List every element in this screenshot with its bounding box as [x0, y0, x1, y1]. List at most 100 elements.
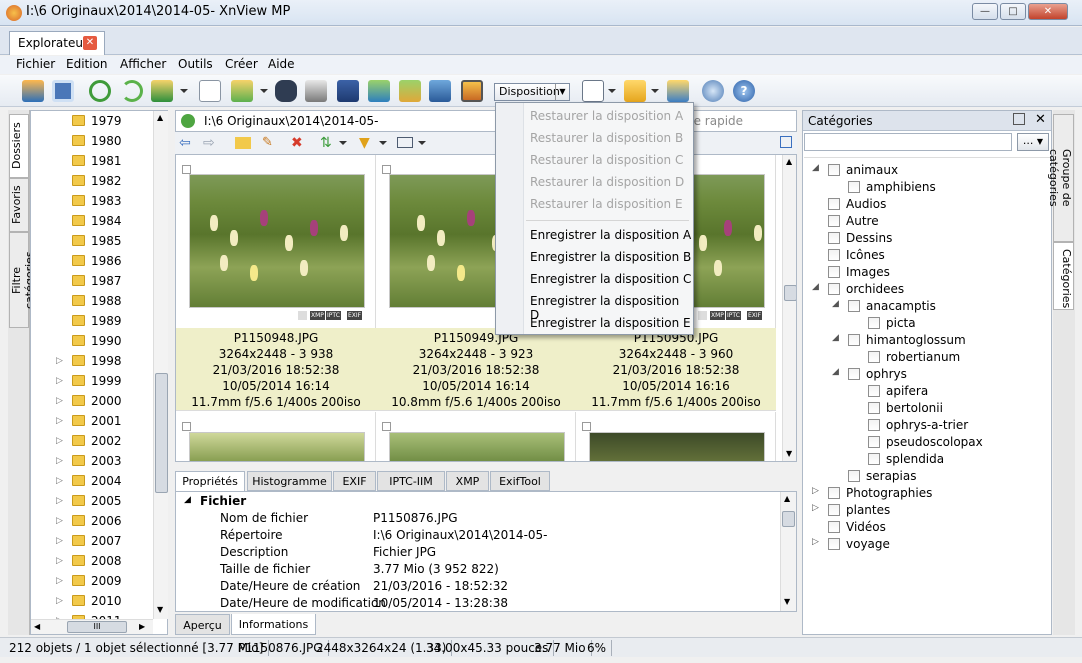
- property-row[interactable]: Date/Heure de création 21/03/2016 - 18:52…: [176, 578, 776, 595]
- forward-icon[interactable]: ⇨: [203, 135, 219, 151]
- collapse-icon[interactable]: ◢: [184, 495, 191, 505]
- tab-informations[interactable]: Informations: [231, 614, 316, 635]
- category-checkbox[interactable]: [828, 249, 840, 261]
- bookmark-icon[interactable]: [624, 80, 646, 102]
- scroll-right-icon[interactable]: ▶: [139, 622, 145, 631]
- tree-item[interactable]: 1986: [31, 252, 151, 272]
- scroll-up-icon[interactable]: ▲: [784, 494, 790, 503]
- scrollbar-thumb[interactable]: [155, 373, 168, 493]
- menu-save-b[interactable]: Enregistrer la disposition B: [497, 247, 692, 269]
- category-item[interactable]: ◢ ophrys: [804, 366, 1044, 383]
- category-checkbox[interactable]: [848, 181, 860, 193]
- view-mode-icon[interactable]: [582, 80, 604, 102]
- scroll-down-icon[interactable]: ▼: [784, 597, 790, 606]
- tree-item[interactable]: 1982: [31, 172, 151, 192]
- category-item[interactable]: Icônes: [804, 247, 1044, 264]
- expand-icon[interactable]: ▷: [56, 596, 63, 606]
- tree-item[interactable]: ▷ 2006: [31, 512, 151, 532]
- tree-item[interactable]: ▷ 2001: [31, 412, 151, 432]
- scrollbar-thumb[interactable]: III: [67, 621, 127, 633]
- thumbnail-image[interactable]: [389, 432, 565, 461]
- expand-icon[interactable]: ▷: [56, 376, 63, 386]
- category-tree[interactable]: ◢ animaux amphibiens Audios Autre Dessins Icôn…: [804, 157, 1050, 635]
- scroll-left-icon[interactable]: ◀: [34, 622, 40, 631]
- expand-icon[interactable]: ▷: [56, 576, 63, 586]
- category-checkbox[interactable]: [848, 300, 860, 312]
- tab-apercu[interactable]: Aperçu: [175, 614, 230, 635]
- category-item[interactable]: serapias: [804, 468, 1044, 485]
- thumbnail-image[interactable]: [189, 174, 365, 308]
- filter-icon[interactable]: ▼: [359, 135, 375, 151]
- chevron-down-icon[interactable]: [608, 89, 616, 93]
- category-checkbox[interactable]: [868, 385, 880, 397]
- menu-save-d[interactable]: Enregistrer la disposition D: [497, 291, 692, 322]
- category-item[interactable]: apifera: [804, 383, 1044, 400]
- tree-item[interactable]: 1989: [31, 312, 151, 332]
- expand-icon[interactable]: ▷: [56, 416, 63, 426]
- category-item[interactable]: Dessins: [804, 230, 1044, 247]
- import-icon[interactable]: [151, 80, 173, 102]
- tab-xmp[interactable]: XMP: [446, 471, 489, 491]
- thumbnail-item[interactable]: [176, 412, 376, 461]
- tab-dossiers[interactable]: Dossiers: [9, 114, 29, 178]
- menu-afficher[interactable]: Afficher: [120, 57, 166, 71]
- tree-item[interactable]: 1980: [31, 132, 151, 152]
- thumbnail-grid[interactable]: XMP IPTC EXIF P1150948.JPG 3264x2448 - 3 938…: [175, 154, 797, 462]
- tab-groupe-de-categories[interactable]: Groupe de catégories: [1047, 114, 1074, 242]
- category-checkbox[interactable]: [828, 504, 840, 516]
- back-icon[interactable]: ⇦: [179, 135, 195, 151]
- thumbnail-item[interactable]: XMP IPTC EXIF P1150948.JPG 3264x2448 - 3 938…: [176, 155, 376, 411]
- expand-icon[interactable]: ▷: [56, 476, 63, 486]
- tree-item[interactable]: ▷ 2003: [31, 452, 151, 472]
- expand-icon[interactable]: ▷: [56, 496, 63, 506]
- category-checkbox[interactable]: [828, 215, 840, 227]
- thumbnail-scrollbar[interactable]: ▲ ▼: [782, 155, 796, 461]
- tab-categories[interactable]: Catégories: [1053, 242, 1074, 310]
- menu-creer[interactable]: Créer: [225, 57, 258, 71]
- tab-proprietes[interactable]: Propriétés: [175, 471, 245, 491]
- new-folder-icon[interactable]: [235, 137, 251, 149]
- collapse-icon[interactable]: ◢: [832, 367, 839, 377]
- scrollbar-thumb[interactable]: [784, 285, 796, 301]
- chevron-down-icon[interactable]: [651, 89, 659, 93]
- property-row[interactable]: Nom de fichier P1150876.JPG: [176, 510, 776, 527]
- category-options-button[interactable]: ... ▼: [1017, 133, 1049, 151]
- category-checkbox[interactable]: [868, 436, 880, 448]
- tree-item[interactable]: ▷ 1999: [31, 372, 151, 392]
- maximize-button[interactable]: □: [1000, 3, 1026, 20]
- category-checkbox[interactable]: [828, 198, 840, 210]
- browse-icon[interactable]: [22, 80, 44, 102]
- menu-save-c[interactable]: Enregistrer la disposition C: [497, 269, 692, 291]
- tab-exiftool[interactable]: ExifTool: [490, 471, 550, 491]
- expand-icon[interactable]: ▷: [812, 503, 819, 513]
- menu-outils[interactable]: Outils: [178, 57, 213, 71]
- address-input[interactable]: I:\6 Originaux\2014\2014-05-: [204, 114, 379, 128]
- property-row[interactable]: Répertoire I:\6 Originaux\2014\2014-05-: [176, 527, 776, 544]
- chevron-down-icon[interactable]: [339, 141, 347, 145]
- category-item[interactable]: ▷ voyage: [804, 536, 1044, 553]
- category-item[interactable]: ◢ anacamptis: [804, 298, 1044, 315]
- refresh-icon[interactable]: [89, 80, 111, 102]
- rotate-icon[interactable]: [121, 80, 143, 102]
- category-item[interactable]: ▷ Photographies: [804, 485, 1044, 502]
- tab-exif[interactable]: EXIF: [333, 471, 376, 491]
- undock-icon[interactable]: [1013, 113, 1025, 125]
- category-checkbox[interactable]: [828, 266, 840, 278]
- select-checkbox[interactable]: [382, 422, 391, 431]
- expand-icon[interactable]: ▷: [56, 516, 63, 526]
- select-checkbox[interactable]: [382, 165, 391, 174]
- category-checkbox[interactable]: [848, 334, 860, 346]
- expand-icon[interactable]: ▷: [812, 486, 819, 496]
- gear-icon[interactable]: [702, 80, 724, 102]
- expand-icon[interactable]: ▷: [56, 536, 63, 546]
- minimize-button[interactable]: —: [972, 3, 998, 20]
- fullscreen-icon[interactable]: [52, 80, 74, 102]
- expand-icon[interactable]: ▷: [56, 436, 63, 446]
- tree-item[interactable]: 1983: [31, 192, 151, 212]
- menu-fichier[interactable]: Fichier: [16, 57, 55, 71]
- expand-icon[interactable]: ▷: [812, 537, 819, 547]
- tree-item[interactable]: 1990: [31, 332, 151, 352]
- close-tab-icon[interactable]: ✕: [83, 36, 97, 50]
- property-row[interactable]: Description Fichier JPG: [176, 544, 776, 561]
- collapse-icon[interactable]: ◢: [832, 333, 839, 343]
